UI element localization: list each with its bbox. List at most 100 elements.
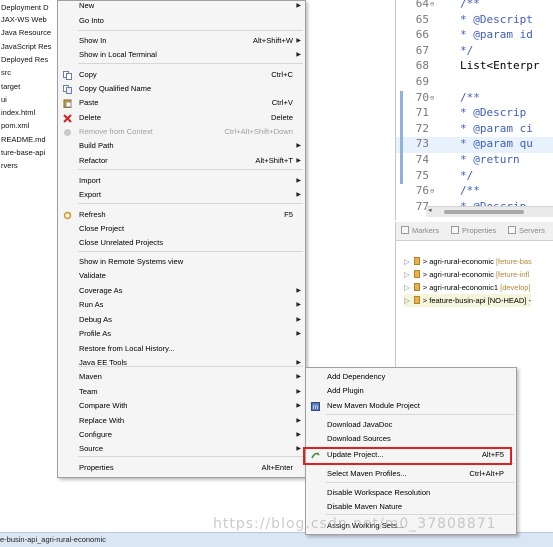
expand-icon[interactable]: ▷ <box>404 270 410 279</box>
code-text: * @param ci <box>460 121 533 135</box>
tab-markers[interactable]: Markers <box>401 226 439 235</box>
repo-name: agri-rural-economic <box>429 257 494 266</box>
explorer-tree-item[interactable]: pom.xml <box>1 119 29 132</box>
menu-item-profile-as[interactable]: Profile As ▶ <box>58 327 305 341</box>
tab-label: Properties <box>462 226 497 235</box>
menu-item-label: Restore from Local History... <box>79 344 175 353</box>
menu-item-validate[interactable]: Validate <box>58 269 305 283</box>
menu-item-go-into[interactable]: Go Into <box>58 14 305 28</box>
expand-icon[interactable]: ▷ <box>404 257 410 266</box>
code-editor[interactable]: 77 * @Descrip76⊖/**75 */74 * @return73 *… <box>395 0 553 220</box>
code-line[interactable]: 74 * @return <box>396 153 553 169</box>
maven-item-new-maven-module-project[interactable]: m New Maven Module Project <box>306 399 516 413</box>
menu-item-coverage-as[interactable]: Coverage As ▶ <box>58 284 305 298</box>
repo-item-selected[interactable]: ▷ > feature-busin-api [NO-HEAD] - <box>404 294 531 307</box>
maven-item-download-sources[interactable]: Download Sources <box>306 432 516 446</box>
menu-item-label: Team <box>79 387 98 396</box>
menu-item-build-path[interactable]: Build Path ▶ <box>58 139 305 153</box>
menu-item-label: Download JavaDoc <box>327 420 393 429</box>
explorer-tree-item[interactable]: Deployed Res <box>1 53 48 66</box>
expand-icon[interactable]: ▷ <box>404 296 410 305</box>
tab-servers[interactable]: Servers <box>508 226 545 235</box>
expand-icon[interactable]: ▷ <box>404 283 410 292</box>
menu-item-label: Coverage As <box>79 286 123 295</box>
menu-item-close-project[interactable]: Close Project <box>58 222 305 236</box>
code-line[interactable]: 66 * @param id <box>396 28 553 44</box>
line-number: 65 <box>415 12 429 26</box>
editor-horizontal-scrollbar[interactable]: ◂ <box>426 206 553 217</box>
explorer-tree-item[interactable]: ui <box>1 93 7 106</box>
explorer-tree-item[interactable]: README.md <box>1 133 46 146</box>
code-line[interactable]: 70 ⊖ /** <box>396 90 553 107</box>
menu-item-copy[interactable]: Copy Ctrl+C <box>58 68 305 82</box>
fold-icon[interactable]: ⊖ <box>430 0 434 8</box>
explorer-tree-item[interactable]: src <box>1 66 11 79</box>
tab-properties[interactable]: Properties <box>451 226 496 235</box>
menu-item-export[interactable]: Export ▶ <box>58 188 305 202</box>
maven-item-download-javadoc[interactable]: Download JavaDoc <box>306 418 516 432</box>
menu-item-restore-from-local-history[interactable]: Restore from Local History... <box>58 342 305 356</box>
submenu-arrow-icon: ▶ <box>296 158 301 164</box>
maven-item-disable-maven-nature[interactable]: Disable Maven Nature <box>306 500 516 514</box>
repo-item[interactable]: ▷ > agri-rural-economic [feture-bas <box>404 255 532 268</box>
menu-item-properties[interactable]: Properties Alt+Enter <box>58 461 305 475</box>
menu-item-shortcut: Ctrl+V <box>271 98 293 107</box>
menu-item-new[interactable]: New ▶ <box>58 0 305 13</box>
menu-item-paste[interactable]: Paste Ctrl+V <box>58 96 305 110</box>
code-line[interactable]: 75 */ <box>396 168 553 185</box>
menu-item-debug-as[interactable]: Debug As ▶ <box>58 313 305 327</box>
code-line[interactable]: 76 ⊖ /** <box>396 184 553 200</box>
submenu-arrow-icon: ▶ <box>296 331 301 337</box>
repo-item[interactable]: ▷ > agri-rural-economic [feture-infl <box>404 268 529 281</box>
maven-item-disable-workspace-resolution[interactable]: Disable Workspace Resolution <box>306 486 516 500</box>
explorer-tree-item[interactable]: JAX-WS Web <box>1 13 47 26</box>
menu-item-run-as[interactable]: Run As ▶ <box>58 298 305 312</box>
code-line[interactable]: 73 * @param qu <box>396 137 553 153</box>
menu-item-java-ee-tools[interactable]: Java EE Tools ▶ <box>58 356 305 370</box>
code-line[interactable]: 65 * @Descript <box>396 13 553 29</box>
code-line[interactable]: 71 * @Descrip <box>396 106 553 122</box>
code-line[interactable]: 69 <box>396 75 553 91</box>
menu-item-label: Replace With <box>79 416 125 425</box>
maven-item-add-dependency[interactable]: Add Dependency <box>306 370 516 384</box>
menu-item-configure[interactable]: Configure ▶ <box>58 428 305 442</box>
maven-item-add-plugin[interactable]: Add Plugin <box>306 384 516 398</box>
explorer-tree-item[interactable]: Java Resource <box>1 26 51 39</box>
menu-item-refresh[interactable]: Refresh F5 <box>58 208 305 222</box>
code-line[interactable]: 68 List<Enterpr <box>396 59 553 75</box>
menu-item-replace-with[interactable]: Replace With ▶ <box>58 414 305 428</box>
menu-item-refactor[interactable]: Refactor Alt+Shift+T ▶ <box>58 154 305 168</box>
menu-item-close-unrelated-projects[interactable]: Close Unrelated Projects <box>58 236 305 250</box>
explorer-tree-item[interactable]: rvers <box>1 159 18 172</box>
menu-item-show-in[interactable]: Show In Alt+Shift+W ▶ <box>58 34 305 48</box>
code-line[interactable]: 64 ⊖ /** <box>396 0 553 13</box>
repo-item[interactable]: ▷ > agri-rural-economic1 [develop] <box>404 281 531 294</box>
menu-item-team[interactable]: Team ▶ <box>58 385 305 399</box>
submenu-arrow-icon: ▶ <box>296 389 301 395</box>
explorer-tree-item[interactable]: index.html <box>1 106 35 119</box>
explorer-tree-item[interactable]: target <box>1 80 20 93</box>
submenu-arrow-icon: ▶ <box>296 38 301 44</box>
menu-item-source[interactable]: Source ▶ <box>58 442 305 456</box>
maven-item-select-maven-profiles[interactable]: Select Maven Profiles... Ctrl+Alt+P <box>306 467 516 481</box>
remove-context-icon <box>63 128 72 136</box>
code-line[interactable]: 67 */ <box>396 44 553 60</box>
scrollbar-thumb[interactable] <box>444 210 524 214</box>
menu-separator <box>78 169 303 170</box>
line-number: 73 <box>415 137 429 151</box>
menu-item-import[interactable]: Import ▶ <box>58 174 305 188</box>
menu-item-delete[interactable]: Delete Delete <box>58 111 305 125</box>
explorer-tree-item[interactable]: ture-base-api <box>1 146 45 159</box>
menu-item-copy-qualified-name[interactable]: Copy Qualified Name <box>58 82 305 96</box>
explorer-tree-item[interactable]: JavaScript Res <box>1 40 51 53</box>
fold-icon[interactable]: ⊖ <box>430 94 434 102</box>
menu-item-show-in-local-terminal[interactable]: Show in Local Terminal ▶ <box>58 48 305 62</box>
scroll-left-icon[interactable]: ◂ <box>428 206 432 214</box>
svg-text:m: m <box>313 405 318 411</box>
status-text: e-busin-api_agri-rural-economic <box>0 535 106 544</box>
code-line[interactable]: 72 * @param ci <box>396 121 553 138</box>
menu-item-compare-with[interactable]: Compare With ▶ <box>58 399 305 413</box>
menu-item-maven[interactable]: Maven ▶ <box>58 370 305 384</box>
menu-item-show-in-remote-systems-view[interactable]: Show in Remote Systems view <box>58 255 305 269</box>
fold-icon[interactable]: ⊖ <box>430 187 434 195</box>
